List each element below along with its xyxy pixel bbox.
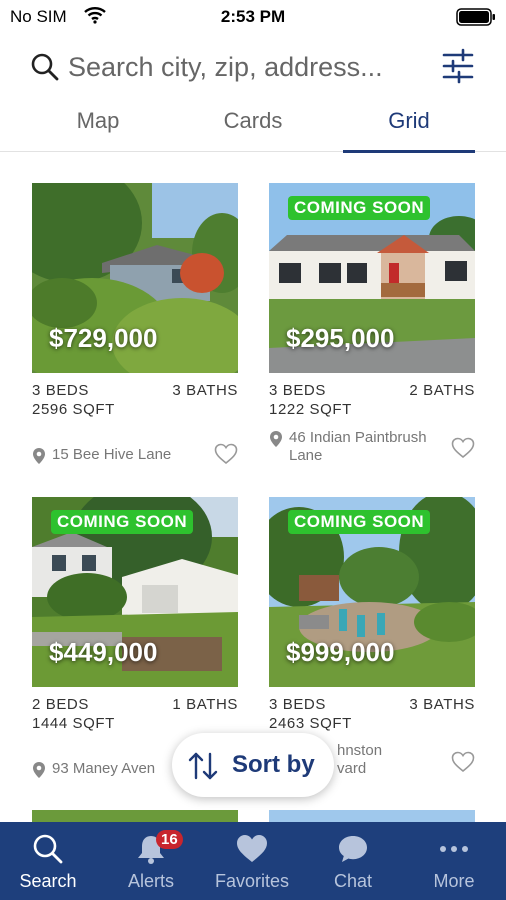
beds-count: 3 BEDS <box>32 382 89 399</box>
clock: 2:53 PM <box>220 7 286 26</box>
listing-photo[interactable]: COMING SOON $295,000 <box>269 183 475 373</box>
view-tabs: Map Cards Grid <box>0 100 506 153</box>
nav-label: Alerts <box>127 871 174 891</box>
coming-soon-badge: COMING SOON <box>51 510 194 534</box>
sort-label: Sort by <box>232 751 315 778</box>
baths-count: 1 BATHS <box>172 696 238 713</box>
listing-address: 46 Indian Paintbrush Lane <box>289 429 427 464</box>
heart-outline-icon[interactable] <box>214 443 238 470</box>
square-feet: 2596 SQFT <box>32 401 115 418</box>
sort-button[interactable]: Sort by <box>172 733 334 797</box>
search-icon <box>30 52 60 87</box>
listing-card[interactable]: COMING SOON $999,000 3 BEDS 3 BATHS 2463… <box>269 497 475 777</box>
nav-label: Favorites <box>214 871 290 891</box>
nav-chat[interactable]: Chat <box>305 822 401 900</box>
nav-favorites[interactable]: Favorites <box>204 822 300 900</box>
listing-address: hnston vard <box>337 742 383 777</box>
baths-count: 2 BATHS <box>409 382 475 399</box>
beds-count: 3 BEDS <box>269 382 326 399</box>
heart-outline-icon[interactable] <box>451 751 475 778</box>
baths-count: 3 BATHS <box>409 696 475 713</box>
tab-cards[interactable]: Cards <box>193 108 313 152</box>
alerts-count-badge: 16 <box>156 830 183 849</box>
nav-label: More <box>433 871 475 891</box>
baths-count: 3 BATHS <box>172 382 238 399</box>
search-bar[interactable]: Search city, zip, address... <box>0 44 506 94</box>
chat-bubble-icon <box>339 836 367 862</box>
listing-photo[interactable]: COMING SOON $449,000 <box>32 497 238 687</box>
tab-map[interactable]: Map <box>38 108 158 152</box>
listing-price: $999,000 <box>286 637 395 667</box>
square-feet: 1222 SQFT <box>269 401 352 418</box>
heart-outline-icon[interactable] <box>451 437 475 464</box>
tab-grid[interactable]: Grid <box>343 108 475 153</box>
status-bar: No SIM 2:53 PM <box>0 0 506 34</box>
more-dots-icon <box>440 846 468 852</box>
location-pin-icon <box>269 430 283 453</box>
square-feet: 1444 SQFT <box>32 715 115 732</box>
heart-icon <box>237 835 267 862</box>
listing-address: 93 Maney Aven <box>52 760 156 777</box>
listing-card[interactable]: $729,000 3 BEDS 3 BATHS 2596 SQFT 15 Bee… <box>32 183 238 465</box>
listing-price: $295,000 <box>286 323 395 353</box>
nav-more[interactable]: More <box>406 822 502 900</box>
filter-sliders-icon[interactable] <box>441 48 475 89</box>
square-feet: 2463 SQFT <box>269 715 352 732</box>
location-pin-icon <box>32 761 46 784</box>
beds-count: 3 BEDS <box>269 696 326 713</box>
listing-address: 15 Bee Hive Lane <box>52 446 172 463</box>
listing-card[interactable]: COMING SOON $449,000 2 BEDS 1 BATHS 1444… <box>32 497 238 778</box>
coming-soon-badge: COMING SOON <box>288 196 431 220</box>
nav-search[interactable]: Search <box>0 822 96 900</box>
location-pin-icon <box>32 447 46 470</box>
listing-photo[interactable]: $729,000 <box>32 183 238 373</box>
nav-alerts[interactable]: 16 Alerts <box>103 822 199 900</box>
search-icon <box>33 834 63 864</box>
nav-label: Chat <box>333 871 373 891</box>
coming-soon-badge: COMING SOON <box>288 510 431 534</box>
sort-arrows-icon <box>187 751 219 786</box>
listing-card[interactable]: COMING SOON $295,000 3 BEDS 2 BATHS 1222… <box>269 183 475 464</box>
nav-label: Search <box>19 871 77 891</box>
listing-price: $729,000 <box>49 323 158 353</box>
search-input[interactable]: Search city, zip, address... <box>68 52 383 83</box>
listing-price: $449,000 <box>49 637 158 667</box>
beds-count: 2 BEDS <box>32 696 89 713</box>
listing-photo[interactable]: COMING SOON $999,000 <box>269 497 475 687</box>
bottom-navigation: Search 16 Alerts Favorites Chat More <box>0 822 506 900</box>
battery-icon <box>456 8 496 26</box>
